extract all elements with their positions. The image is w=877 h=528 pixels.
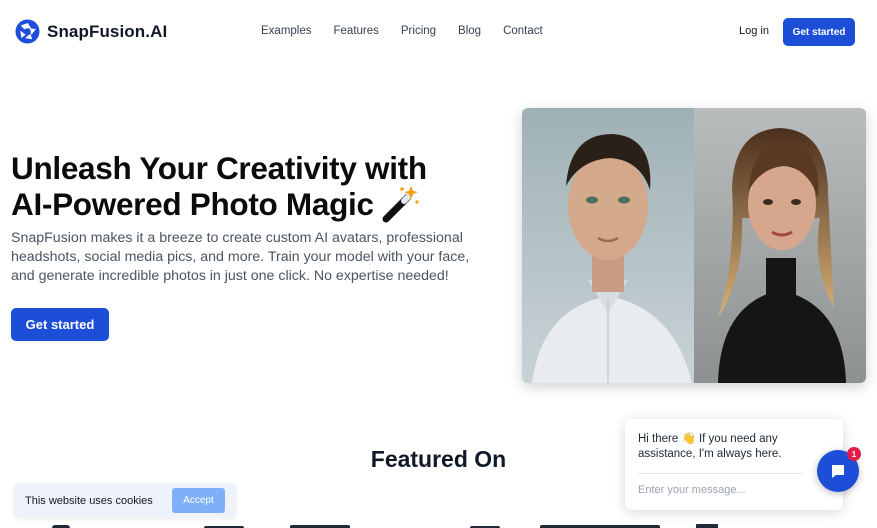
hero-title-line1: Unleash Your Creativity with [11,150,427,186]
page: SnapFusion.AI Examples Features Pricing … [0,0,877,528]
brand-logo[interactable]: SnapFusion.AI [15,19,167,44]
nav-link-examples[interactable]: Examples [261,25,312,37]
chat-divider [638,473,803,474]
nav-link-blog[interactable]: Blog [458,25,481,37]
nav-links: Examples Features Pricing Blog Contact [261,25,543,37]
chat-notification-badge: 1 [847,447,861,461]
hero-title-line2: AI-Powered Photo Magic [11,186,374,222]
magic-wand-icon [382,186,419,223]
portrait-comparison-image [522,108,866,383]
chat-popup: Hi there 👋 If you need any assistance, I… [625,419,843,510]
cookie-banner: This website uses cookies Accept [14,483,236,518]
nav-link-features[interactable]: Features [334,25,379,37]
brand-name: SnapFusion.AI [47,21,168,41]
cookie-text: This website uses cookies [25,495,153,507]
hero-title: Unleash Your Creativity with AI-Powered … [11,151,481,223]
nav-link-contact[interactable]: Contact [503,25,543,37]
hero-description: SnapFusion makes it a breeze to create c… [11,230,470,284]
chat-greeting: Hi there 👋 If you need any assistance, I… [638,433,782,460]
cookie-accept-button[interactable]: Accept [172,488,225,513]
nav-link-pricing[interactable]: Pricing [401,25,436,37]
chat-message-input[interactable]: Enter your message... [638,484,803,496]
nav-get-started-button[interactable]: Get started [783,18,855,46]
chat-icon [832,465,844,478]
featured-logos-strip [0,518,877,528]
aperture-icon [15,19,40,44]
top-nav: SnapFusion.AI Examples Features Pricing … [0,0,877,64]
hero-get-started-button[interactable]: Get started [11,308,109,341]
login-link[interactable]: Log in [739,25,769,37]
